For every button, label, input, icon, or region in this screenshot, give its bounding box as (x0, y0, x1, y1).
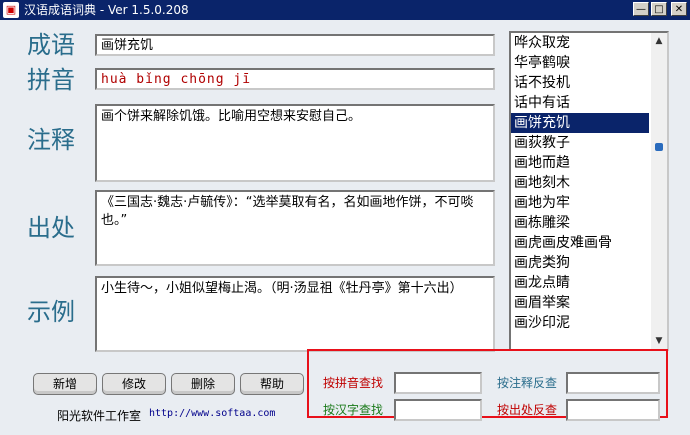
website-link[interactable]: http://www.softaa.com (149, 408, 275, 419)
pinyin-label: 拼音 (27, 66, 75, 94)
window-title: 汉语成语词典 - Ver 1.5.0.208 (24, 3, 189, 17)
maximize-button[interactable]: □ (651, 2, 667, 16)
list-item[interactable]: 画虎类狗 (511, 253, 649, 273)
search-by-pinyin-input[interactable] (394, 372, 482, 394)
minimize-button[interactable]: — (633, 2, 649, 16)
list-item[interactable]: 画虎画皮难画骨 (511, 233, 649, 253)
list-item[interactable]: 画龙点睛 (511, 273, 649, 293)
list-item[interactable]: 画饼充饥 (511, 113, 649, 133)
pinyin-field[interactable]: huà bǐng chōng jī (95, 68, 495, 90)
search-by-source-label: 按出处反查 (497, 403, 558, 417)
idiom-field[interactable]: 画饼充饥 (95, 34, 495, 56)
example-field[interactable]: 小生待～，小姐似望梅止渴。（明·汤显祖《牡丹亭》第十六出） (95, 276, 495, 352)
search-by-explanation-input[interactable] (566, 372, 660, 394)
idiom-list-items: 哗众取宠 华亭鹤唳 话不投机 话中有话 画饼充饥 画荻教子 画地而趋 画地刻木 画地为牢 画栋雕梁… (511, 33, 667, 333)
help-button[interactable]: 帮助 (240, 373, 304, 395)
delete-button[interactable]: 删除 (171, 373, 235, 395)
book-app-icon[interactable]: ▣ (3, 2, 19, 18)
list-item[interactable]: 画地为牢 (511, 193, 649, 213)
scroll-down-icon[interactable]: ▼ (651, 333, 667, 349)
search-by-hanzi-label: 按汉字查找 (323, 403, 384, 417)
list-item[interactable]: 画沙印泥 (511, 313, 649, 333)
add-button[interactable]: 新增 (33, 373, 97, 395)
search-by-explanation-label: 按注释反查 (497, 376, 558, 390)
search-by-source-input[interactable] (566, 399, 660, 421)
vertical-scrollbar[interactable]: ▲ ▼ (651, 33, 667, 349)
explanation-label: 注释 (27, 126, 75, 154)
search-by-hanzi-input[interactable] (394, 399, 482, 421)
list-item[interactable]: 哗众取宠 (511, 33, 649, 53)
search-by-pinyin-label: 按拼音查找 (323, 376, 384, 390)
list-item[interactable]: 话中有话 (511, 93, 649, 113)
source-field[interactable]: 《三国志·魏志·卢毓传》：“选举莫取有名，名如画地作饼，不可啖也。” (95, 190, 495, 266)
scroll-thumb[interactable] (655, 143, 663, 151)
title-bar: ▣ 汉语成语词典 - Ver 1.5.0.208 — □ ✕ (0, 0, 690, 20)
studio-name: 阳光软件工作室 (57, 409, 142, 423)
idiom-list[interactable]: 哗众取宠 华亭鹤唳 话不投机 话中有话 画饼充饥 画荻教子 画地而趋 画地刻木 画地为牢 画栋雕梁… (509, 31, 669, 351)
list-item[interactable]: 画眉举案 (511, 293, 649, 313)
close-button[interactable]: ✕ (671, 2, 687, 16)
list-item[interactable]: 画地而趋 (511, 153, 649, 173)
edit-button[interactable]: 修改 (102, 373, 166, 395)
list-item[interactable]: 画地刻木 (511, 173, 649, 193)
idiom-label: 成语 (27, 31, 75, 59)
example-label: 示例 (27, 298, 75, 326)
source-label: 出处 (27, 214, 75, 242)
list-item[interactable]: 华亭鹤唳 (511, 53, 649, 73)
list-item[interactable]: 话不投机 (511, 73, 649, 93)
list-item[interactable]: 画栋雕梁 (511, 213, 649, 233)
scroll-up-icon[interactable]: ▲ (651, 33, 667, 49)
explanation-field[interactable]: 画个饼来解除饥饿。比喻用空想来安慰自己。 (95, 104, 495, 182)
list-item[interactable]: 画荻教子 (511, 133, 649, 153)
